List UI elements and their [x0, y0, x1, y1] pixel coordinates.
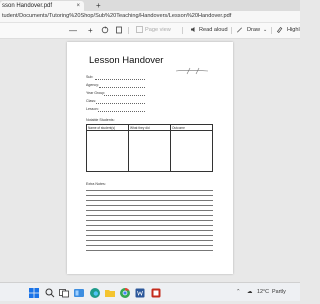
field-label-lesson: Lesson:	[86, 107, 99, 111]
tab-title: sson Handover.pdf	[2, 3, 53, 9]
note-line	[86, 245, 213, 246]
file-explorer-icon[interactable]	[104, 286, 116, 298]
app-icon[interactable]	[150, 286, 162, 298]
page-view-icon[interactable]	[136, 23, 143, 38]
toolbar-divider	[271, 27, 272, 34]
document-title: Lesson Handover	[89, 55, 164, 66]
note-line	[86, 235, 213, 236]
table-cell	[86, 130, 129, 172]
field-label-sub: Sub:	[86, 75, 94, 79]
field-label-agency: Agency:	[86, 83, 99, 87]
highlight-button[interactable]: Highl	[287, 23, 300, 38]
signature-scribble	[175, 67, 209, 75]
field-line-lesson	[98, 110, 145, 112]
note-line	[86, 240, 213, 241]
tab-lesson-handover[interactable]: sson Handover.pdf ×	[0, 1, 84, 11]
note-line	[86, 195, 213, 196]
chevron-down-icon[interactable]: ⌄	[263, 23, 267, 38]
toolbar-divider	[231, 27, 232, 34]
note-line	[86, 205, 213, 206]
field-line-agency	[99, 86, 145, 88]
read-aloud-icon[interactable]	[190, 23, 197, 38]
note-line	[86, 250, 213, 251]
note-line	[86, 210, 213, 211]
toolbar-divider	[182, 27, 183, 34]
weather-condition: Partly	[272, 289, 286, 295]
chevron-up-icon[interactable]: ⌃	[236, 283, 241, 301]
close-tab-icon[interactable]: ×	[76, 1, 80, 11]
chrome-icon[interactable]	[119, 286, 131, 298]
weather-icon[interactable]: ☁	[247, 283, 252, 301]
start-icon[interactable]	[28, 286, 40, 298]
field-line-sub	[95, 78, 145, 80]
tab-strip: sson Handover.pdf × +	[0, 0, 300, 11]
read-aloud-button[interactable]: Read aloud	[199, 23, 228, 38]
notable-students-label: Notable Students:	[86, 118, 115, 122]
extra-notes-label: Extra Notes:	[86, 182, 106, 186]
draw-icon[interactable]	[236, 23, 243, 38]
toolbar-divider	[128, 27, 129, 34]
highlight-icon[interactable]	[276, 23, 283, 38]
note-line	[86, 225, 213, 226]
taskbar: ⌃ ☁ 12°C Partly	[0, 282, 300, 301]
fit-page-icon[interactable]	[101, 23, 109, 38]
rotate-icon[interactable]	[115, 23, 123, 38]
field-label-year-group: Year Group:	[86, 91, 106, 95]
task-view-icon[interactable]	[58, 286, 70, 298]
field-label-class: Class:	[86, 99, 96, 103]
weather-temperature: 12°C	[257, 289, 270, 295]
note-line	[86, 215, 213, 216]
note-line	[86, 230, 213, 231]
pdf-page: Lesson Handover Sub: Agency: Year Group:…	[67, 42, 233, 274]
zoom-in-icon[interactable]: +	[88, 23, 93, 38]
page-view-button[interactable]: Page view	[145, 23, 171, 38]
field-line-class	[96, 102, 145, 104]
new-tab-button[interactable]: +	[96, 0, 101, 11]
address-url: tudent/Documents/Tutoring%20Shop/Sub%20T…	[2, 13, 232, 19]
widgets-icon[interactable]	[73, 286, 85, 298]
address-bar[interactable]: tudent/Documents/Tutoring%20Shop/Sub%20T…	[0, 11, 300, 23]
edge-icon[interactable]	[89, 286, 101, 298]
draw-button[interactable]: Draw	[247, 23, 260, 38]
notable-students-table: Name of student(s) What they did Outcome	[86, 124, 213, 172]
table-cell	[128, 130, 171, 172]
field-line-year-group	[104, 94, 145, 96]
pdf-toolbar: — + Page view Read aloud Draw ⌄ Highl	[0, 23, 300, 39]
note-line	[86, 190, 213, 191]
note-line	[86, 200, 213, 201]
table-cell	[170, 130, 213, 172]
word-icon[interactable]	[134, 286, 146, 298]
zoom-out-icon[interactable]: —	[69, 23, 77, 38]
search-icon[interactable]	[44, 286, 56, 298]
note-line	[86, 220, 213, 221]
